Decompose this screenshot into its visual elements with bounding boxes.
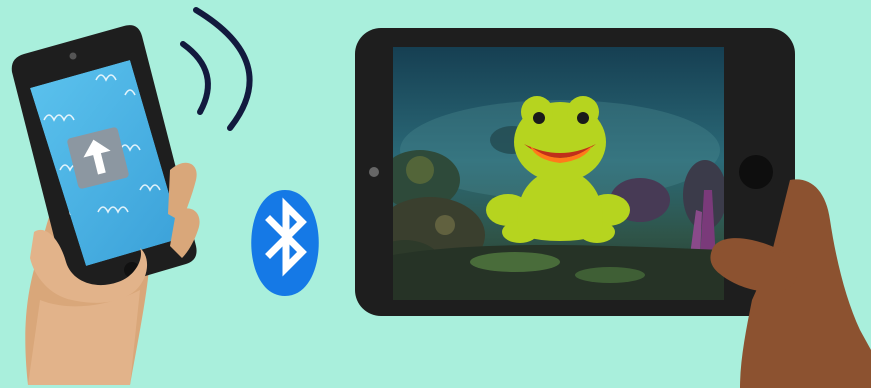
frog-eye-right [577,112,589,124]
phone-speaker [69,52,77,60]
lily-pad-1 [470,252,560,272]
tablet-screen[interactable] [365,47,727,300]
lily-pad-2 [575,267,645,283]
tablet-camera [369,167,379,177]
seabed [393,245,724,300]
bluetooth-badge [251,190,319,296]
tablet-home-button[interactable] [739,155,773,189]
frog-eye-left [533,112,545,124]
bluetooth-remote-control-illustration [0,0,871,388]
illustration-canvas [0,0,871,388]
